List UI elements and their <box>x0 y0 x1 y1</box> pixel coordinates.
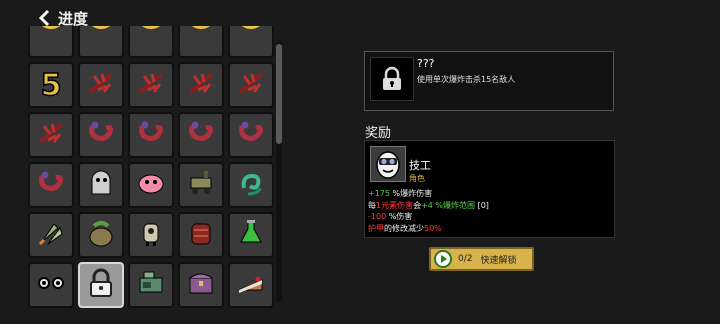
stat-fragment: %伤害 <box>386 212 413 221</box>
unlock-count: 0/2 <box>458 254 473 264</box>
backpack-icon <box>184 216 218 254</box>
stat-fragment: +4 %爆炸范围 <box>421 200 476 210</box>
achievement-cell[interactable] <box>178 212 224 258</box>
stat-fragment: 护甲 <box>368 223 384 233</box>
stat-fragment: 1元素伤害 <box>376 200 414 210</box>
grid-scrollbar[interactable] <box>276 40 282 302</box>
achievement-cell[interactable] <box>228 262 274 308</box>
achievement-description: 使用单次爆炸击杀15名敌人 <box>417 75 516 84</box>
achievement-cell[interactable] <box>28 162 74 208</box>
reward-card: 技工 角色 +175 %爆炸伤害 每1元素伤害会+4 %爆炸范围 [0] -100 … <box>364 140 615 238</box>
lock-icon <box>84 266 118 304</box>
character-stats: +175 %爆炸伤害 每1元素伤害会+4 %爆炸范围 [0] -100 %伤害 护甲的… <box>368 188 489 234</box>
play-icon <box>434 250 452 268</box>
red-feather-icon <box>134 66 168 104</box>
stat-fragment: [0] <box>475 200 489 210</box>
red-worm-icon <box>34 166 68 204</box>
pink-blob-icon <box>134 166 168 204</box>
achievement-info-card: ??? 使用单次爆炸击杀15名敌人 <box>364 51 614 111</box>
stat-line: 护甲的修改减少50% <box>368 223 489 235</box>
achievement-cell[interactable] <box>128 212 174 258</box>
stat-fragment: -100 <box>368 212 387 221</box>
achievement-cell[interactable] <box>78 26 124 58</box>
partial-icon <box>34 26 68 54</box>
achievement-cell[interactable] <box>28 112 74 158</box>
achievement-cell[interactable] <box>178 112 224 158</box>
ghost-icon <box>84 166 118 204</box>
red-worm-icon <box>84 116 118 154</box>
lock-icon <box>383 66 401 90</box>
chest-icon <box>184 266 218 304</box>
achievement-cell[interactable] <box>78 62 124 108</box>
stat-fragment: 的修改减少 <box>384 223 424 233</box>
reward-heading: 奖励 <box>365 126 392 141</box>
red-worm-icon <box>234 116 268 154</box>
achievement-cell[interactable] <box>228 112 274 158</box>
red-feather-icon <box>84 66 118 104</box>
scroll-thumb[interactable] <box>276 44 282 144</box>
red-feather-icon <box>184 66 218 104</box>
achievement-cell[interactable] <box>78 112 124 158</box>
achievement-icon <box>370 57 414 101</box>
unlock-label: 快速解锁 <box>480 255 517 266</box>
partial-icon <box>234 26 268 54</box>
stat-line: 每1元素伤害会+4 %爆炸范围 [0] <box>368 200 489 212</box>
red-worm-icon <box>184 116 218 154</box>
partial-icon <box>134 26 168 54</box>
red-feather-icon <box>234 66 268 104</box>
achievement-cell[interactable] <box>128 62 174 108</box>
character-type: 角色 <box>409 174 425 183</box>
stat-fragment: %爆炸伤害 <box>389 189 433 198</box>
achievement-cell[interactable] <box>178 62 224 108</box>
red-feather-icon <box>34 116 68 154</box>
stat-fragment: +175 <box>368 189 390 198</box>
achievement-cell[interactable] <box>128 262 174 308</box>
mechanic-face-icon <box>376 151 400 179</box>
achievement-cell[interactable] <box>28 262 74 308</box>
character-avatar <box>370 146 406 182</box>
achievement-cell[interactable] <box>228 62 274 108</box>
achievement-cell[interactable] <box>128 26 174 58</box>
quick-unlock-button[interactable]: 0/2 快速解锁 <box>429 247 534 271</box>
stat-line: -100 %伤害 <box>368 211 489 223</box>
stat-fragment: 会 <box>413 200 422 210</box>
achievement-cell[interactable] <box>228 162 274 208</box>
achievement-cell[interactable] <box>228 212 274 258</box>
achievement-cell[interactable] <box>28 26 74 58</box>
robot-icon <box>134 216 168 254</box>
achievement-cell[interactable] <box>178 162 224 208</box>
eyes-icon <box>34 266 68 304</box>
achievement-cell[interactable] <box>78 262 124 308</box>
stat-line: +175 %爆炸伤害 <box>368 188 489 200</box>
partial-icon <box>184 26 218 54</box>
achievement-cell[interactable] <box>178 26 224 58</box>
achievement-cell[interactable] <box>228 26 274 58</box>
partial-icon <box>84 26 118 54</box>
achievement-cell[interactable] <box>128 112 174 158</box>
achievement-grid: 5 <box>28 26 278 324</box>
machine-icon <box>134 266 168 304</box>
achievement-title: ??? <box>417 57 435 70</box>
achievement-cell[interactable]: 5 <box>28 62 74 108</box>
cart-icon <box>184 166 218 204</box>
rocket-icon <box>34 216 68 254</box>
stat-fragment: 每 <box>368 200 376 210</box>
stat-fragment: 50% <box>424 223 442 233</box>
achievement-cell[interactable] <box>28 212 74 258</box>
back-arrow-icon <box>38 10 50 26</box>
potion-icon <box>234 216 268 254</box>
achievement-cell[interactable] <box>78 162 124 208</box>
red-worm-icon <box>134 116 168 154</box>
achievement-cell[interactable] <box>128 162 174 208</box>
cake-icon <box>234 266 268 304</box>
achievement-cell[interactable] <box>78 212 124 258</box>
money-bag-icon <box>84 216 118 254</box>
character-name: 技工 <box>409 159 431 172</box>
number-five-label: 5 <box>40 67 62 104</box>
green-swirl-icon <box>234 166 268 204</box>
achievement-cell[interactable] <box>178 262 224 308</box>
